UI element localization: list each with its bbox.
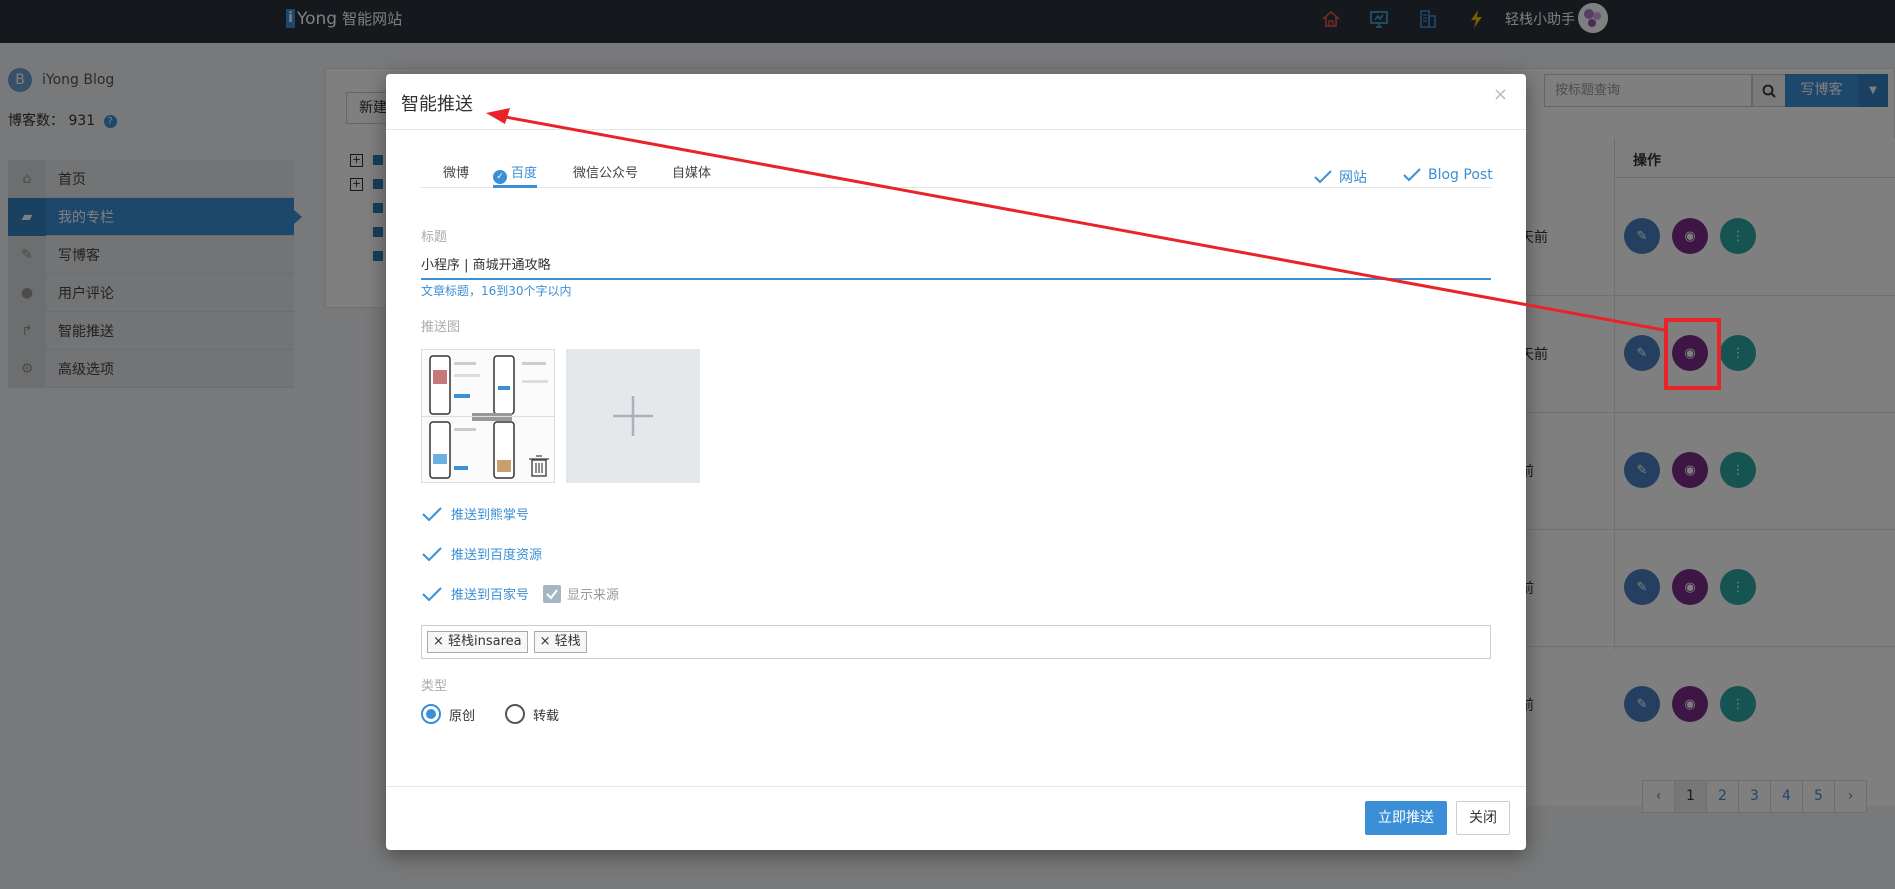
annotation-arrow — [486, 108, 1665, 332]
